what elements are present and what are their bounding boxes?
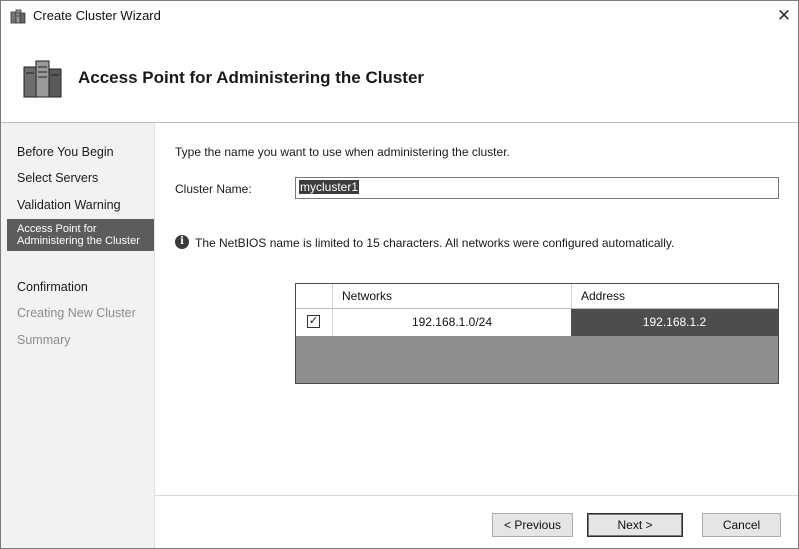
network-cell[interactable]: 192.168.1.0/24 <box>333 309 571 336</box>
footer-divider <box>155 495 798 496</box>
step-access-point: Access Point for Administering the Clust… <box>7 219 154 251</box>
info-icon: i <box>175 235 189 249</box>
address-cell[interactable]: 192.168.1.2 <box>571 309 778 336</box>
step-select-servers: Select Servers <box>17 171 99 185</box>
network-checkbox[interactable]: ✓ <box>307 315 320 328</box>
step-before-you-begin: Before You Begin <box>17 145 114 159</box>
step-summary: Summary <box>17 333 71 347</box>
wizard-steps-pane: Before You Begin Select Servers Validati… <box>1 123 155 548</box>
next-button[interactable]: Next > <box>587 513 683 537</box>
wizard-content: Type the name you want to use when admin… <box>155 123 798 548</box>
page-title: Access Point for Administering the Clust… <box>78 68 425 87</box>
grid-header: Networks Address <box>296 284 778 309</box>
window-title: Create Cluster Wizard <box>33 8 161 23</box>
table-row[interactable]: ✓ 192.168.1.0/24 192.168.1.2 <box>296 309 778 336</box>
cluster-name-value: mycluster1 <box>299 180 360 194</box>
cluster-name-label: Cluster Name: <box>175 182 252 196</box>
close-icon: ✕ <box>776 6 792 25</box>
row-check-cell: ✓ <box>296 309 333 336</box>
wizard-header: Access Point for Administering the Clust… <box>1 31 798 121</box>
cluster-servers-icon <box>23 60 62 98</box>
cluster-icon <box>10 9 26 24</box>
column-header-networks[interactable]: Networks <box>342 289 392 303</box>
cancel-button[interactable]: Cancel <box>702 513 781 537</box>
step-confirmation: Confirmation <box>17 280 88 294</box>
cluster-name-input[interactable]: mycluster1 <box>295 177 779 199</box>
info-message: The NetBIOS name is limited to 15 charac… <box>195 236 675 250</box>
column-divider[interactable] <box>571 284 572 308</box>
grid-header-check-column <box>296 284 333 308</box>
step-creating-new-cluster: Creating New Cluster <box>17 306 136 320</box>
column-header-address[interactable]: Address <box>581 289 625 303</box>
wizard-window: Create Cluster Wizard ✕ Access Point for… <box>0 0 799 549</box>
networks-grid[interactable]: Networks Address ✓ 192.168.1.0/24 192.16… <box>295 283 779 384</box>
step-validation-warning: Validation Warning <box>17 198 121 212</box>
close-button[interactable]: ✕ <box>770 1 798 31</box>
previous-button[interactable]: < Previous <box>492 513 573 537</box>
instruction-text: Type the name you want to use when admin… <box>175 145 510 159</box>
title-bar[interactable]: Create Cluster Wizard ✕ <box>1 1 798 31</box>
